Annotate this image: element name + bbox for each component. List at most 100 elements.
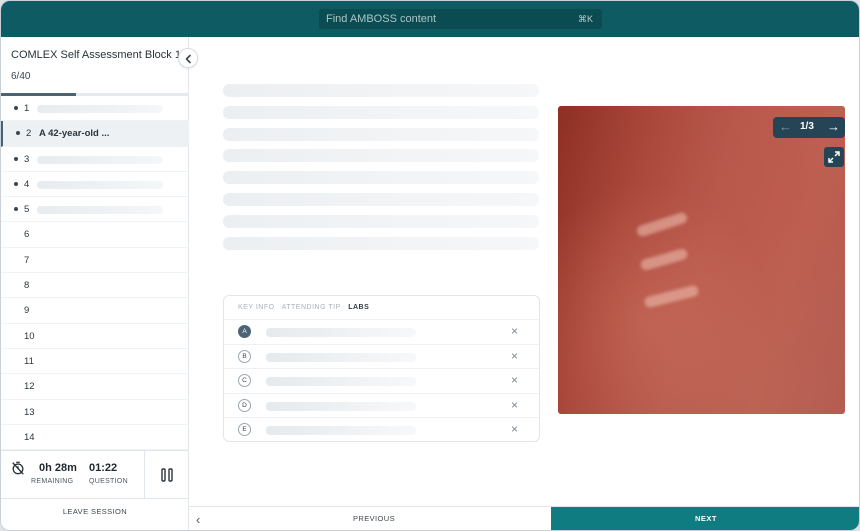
answer-text-blurred <box>266 328 416 337</box>
question-list-item[interactable]: 13 <box>1 400 189 425</box>
stem-line <box>223 192 539 206</box>
question-number: 12 <box>24 381 35 393</box>
question-number: 8 <box>24 280 30 292</box>
question-list-item[interactable]: 1 <box>1 96 189 122</box>
session-title: COMLEX Self Assessment Block 1 <box>11 49 181 61</box>
bottom-navigation: ‹ PREVIOUS NEXT <box>189 506 859 530</box>
answer-option[interactable]: C × <box>224 368 539 392</box>
question-number: 3 <box>24 153 30 165</box>
stem-line <box>223 84 539 97</box>
scar-mark <box>639 247 689 272</box>
answer-text-blurred <box>266 401 416 411</box>
answer-tabs: KEY INFO ATTENDING TIP LABS <box>238 304 374 311</box>
chevron-left-icon[interactable]: ‹ <box>196 512 200 527</box>
question-list-item[interactable]: 2 A 42-year-old ... <box>1 121 189 147</box>
answered-dot-icon <box>14 106 18 110</box>
question-number: 2 <box>26 128 32 140</box>
expand-image-button[interactable] <box>824 147 844 167</box>
answer-option[interactable]: B × <box>224 343 539 368</box>
answer-letter: C <box>238 374 251 388</box>
question-preview-blurred <box>37 206 163 215</box>
chevron-left-icon <box>185 54 191 64</box>
question-time: 01:22 <box>89 462 118 474</box>
question-list-item[interactable]: 3 <box>1 147 189 172</box>
scar-mark <box>635 211 689 238</box>
tab-key-info[interactable]: KEY INFO <box>238 304 275 311</box>
collapse-sidebar-button[interactable] <box>178 48 198 68</box>
expand-icon <box>828 151 840 163</box>
stem-line <box>223 105 539 119</box>
question-list-item[interactable]: 7 <box>1 248 189 274</box>
answered-dot-icon <box>14 181 18 186</box>
arrow-right-icon[interactable]: → <box>827 119 840 134</box>
pause-icon <box>161 468 173 482</box>
question-number: 1 <box>24 103 30 114</box>
question-preview: A 42-year-old ... <box>39 128 110 140</box>
pause-button[interactable] <box>144 451 189 499</box>
question-number: 14 <box>24 431 35 443</box>
arrow-left-icon[interactable]: ← <box>779 119 792 134</box>
question-list-item[interactable]: 5 <box>1 197 189 223</box>
session-progress-text: 6/40 <box>11 71 31 82</box>
question-list-item[interactable]: 11 <box>1 349 189 375</box>
timer-off-icon[interactable] <box>11 461 25 475</box>
strike-out-icon[interactable]: × <box>511 398 518 412</box>
question-number: 4 <box>24 178 30 190</box>
strike-out-icon[interactable]: × <box>511 324 518 338</box>
answer-option[interactable]: A × <box>224 319 539 343</box>
stem-line <box>223 171 539 185</box>
previous-button[interactable]: PREVIOUS <box>249 507 499 530</box>
question-number: 6 <box>24 229 30 241</box>
question-preview-blurred <box>37 155 163 164</box>
app-frame: Find AMBOSS content ⌘K COMLEX Self Asses… <box>0 0 860 531</box>
time-remaining: 0h 28m <box>39 462 77 474</box>
tab-labs[interactable]: LABS <box>348 304 369 311</box>
image-counter: 1/3 <box>800 121 814 132</box>
answer-option[interactable]: D × <box>224 392 539 417</box>
question-number: 5 <box>24 204 30 216</box>
answer-letter: D <box>238 398 251 412</box>
tab-attending-tip[interactable]: ATTENDING TIP <box>282 304 341 311</box>
question-preview-blurred <box>37 180 163 189</box>
stem-line <box>223 236 539 250</box>
question-list-item[interactable]: 4 <box>1 172 189 198</box>
question-number: 13 <box>24 406 35 418</box>
answer-text-blurred <box>266 352 416 362</box>
question-list-item[interactable]: 6 <box>1 222 189 248</box>
answered-dot-icon <box>16 131 20 136</box>
strike-out-icon[interactable]: × <box>511 422 518 436</box>
answer-text-blurred <box>266 426 416 436</box>
top-bar: Find AMBOSS content ⌘K <box>1 1 859 37</box>
scar-mark <box>643 284 700 309</box>
question-list-item[interactable]: 9 <box>1 298 189 324</box>
question-number: 11 <box>24 355 34 367</box>
answer-text-blurred <box>266 377 416 387</box>
answer-option[interactable]: E × <box>224 417 539 441</box>
question-sidebar: COMLEX Self Assessment Block 1 6/40 12A … <box>1 37 189 530</box>
timer-row: 0h 28m REMAINING 01:22 QUESTION <box>1 450 189 499</box>
question-number: 9 <box>24 305 30 317</box>
answered-dot-icon <box>14 156 18 161</box>
question-stem <box>223 84 539 258</box>
strike-out-icon[interactable]: × <box>511 349 518 363</box>
question-number: 7 <box>24 254 30 266</box>
answer-letter: E <box>238 423 251 437</box>
question-number: 10 <box>24 330 35 342</box>
question-time-label: QUESTION <box>89 478 128 485</box>
question-list-item[interactable]: 8 <box>1 273 189 299</box>
question-list: 12A 42-year-old ... 3 4 5 6 7 8 9 10 11 12 13 14 <box>1 96 189 451</box>
question-list-item[interactable]: 10 <box>1 324 189 349</box>
question-list-item[interactable]: 14 <box>1 425 189 451</box>
answer-letter: B <box>238 349 251 363</box>
answer-panel: KEY INFO ATTENDING TIP LABS A × B × C × D × E × <box>223 295 540 442</box>
answered-dot-icon <box>14 207 18 212</box>
question-list-item[interactable]: 12 <box>1 374 189 400</box>
leave-session-button[interactable]: LEAVE SESSION <box>1 498 189 530</box>
answer-letter: A <box>238 325 251 338</box>
search-input[interactable]: Find AMBOSS content ⌘K <box>319 9 602 29</box>
strike-out-icon[interactable]: × <box>511 373 518 387</box>
clinical-image[interactable] <box>558 106 845 414</box>
stem-line <box>223 214 539 228</box>
next-button[interactable]: NEXT <box>551 507 859 530</box>
stem-line <box>223 127 539 141</box>
